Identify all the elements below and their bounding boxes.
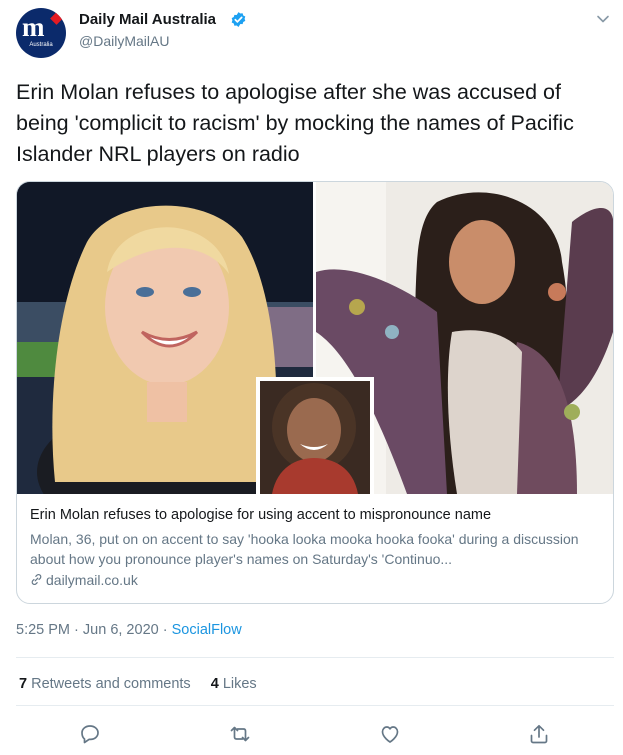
likes-label: Likes bbox=[222, 676, 257, 692]
likes-stat[interactable]: 4 Likes bbox=[211, 676, 257, 692]
verified-badge-icon bbox=[231, 12, 246, 27]
like-icon[interactable] bbox=[378, 722, 402, 746]
tweet-text: Erin Molan refuses to apologise after sh… bbox=[16, 80, 574, 166]
avatar-logo: m bbox=[22, 12, 44, 42]
card-description: Molan, 36, put on on accent to say 'hook… bbox=[30, 531, 579, 567]
divider bbox=[16, 705, 614, 706]
photo-inset bbox=[256, 377, 374, 494]
reply-icon[interactable] bbox=[78, 722, 102, 746]
meta-separator: · bbox=[162, 622, 168, 638]
display-name[interactable]: Daily Mail Australia bbox=[79, 11, 216, 28]
retweets-count: 7 bbox=[19, 676, 28, 692]
tweet-time[interactable]: 5:25 PM bbox=[16, 622, 70, 638]
retweets-stat[interactable]: 7 Retweets and comments bbox=[19, 676, 191, 692]
link-card[interactable]: Erin Molan refuses to apologise for usin… bbox=[16, 181, 614, 604]
chevron-down-icon[interactable] bbox=[596, 14, 610, 24]
retweets-label: Retweets and comments bbox=[31, 676, 191, 692]
likes-count: 4 bbox=[210, 676, 219, 692]
meta-separator: · bbox=[74, 622, 79, 638]
tweet-meta: 5:25 PM · Jun 6, 2020 · SocialFlow bbox=[16, 622, 242, 638]
divider bbox=[16, 657, 614, 658]
account-handle[interactable]: @DailyMailAU bbox=[79, 33, 169, 49]
avatar[interactable]: m Australia bbox=[16, 8, 66, 58]
card-domain[interactable]: dailymail.co.uk bbox=[30, 572, 138, 588]
card-title[interactable]: Erin Molan refuses to apologise for usin… bbox=[30, 507, 491, 523]
avatar-subtitle: Australia bbox=[29, 42, 53, 48]
tweet-source[interactable]: SocialFlow bbox=[172, 622, 242, 638]
card-domain-text: dailymail.co.uk bbox=[46, 572, 138, 588]
card-image[interactable] bbox=[17, 182, 613, 494]
tweet-date[interactable]: Jun 6, 2020 bbox=[83, 622, 159, 638]
avatar-star-icon bbox=[50, 12, 63, 25]
tweet: m Australia Daily Mail Australia @DailyM… bbox=[0, 0, 623, 755]
tweet-stats: 7 Retweets and comments 4 Likes bbox=[19, 676, 257, 692]
share-icon[interactable] bbox=[527, 722, 551, 746]
link-icon bbox=[31, 574, 42, 585]
retweet-icon[interactable] bbox=[228, 722, 252, 746]
